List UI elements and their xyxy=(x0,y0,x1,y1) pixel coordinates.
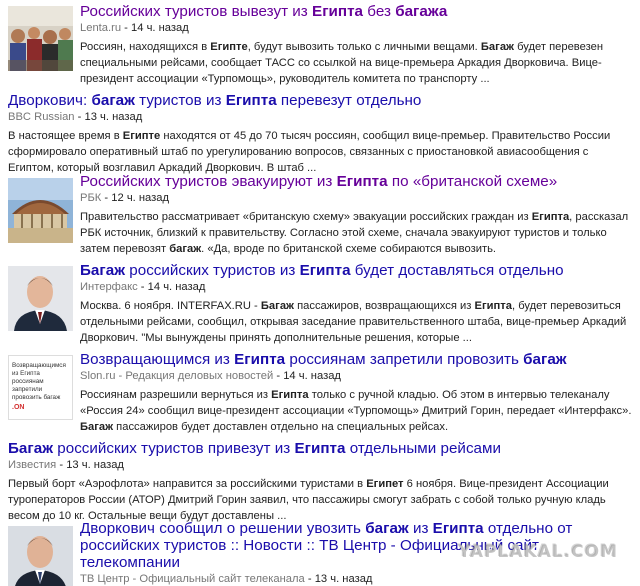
result-snippet: Первый борт «Аэрофлота» направится за ро… xyxy=(8,478,609,522)
result-meta: Slon.ru - Редакция деловых новостей - 14… xyxy=(80,370,341,382)
thumbnail-headline-text: Возвращающимся из Египта россиянам запре… xyxy=(12,362,66,401)
result-title-link[interactable]: Багаж российских туристов привезут из Ег… xyxy=(8,440,636,457)
result-source[interactable]: Интерфакс xyxy=(80,281,138,293)
result-age: 13 ч. назад xyxy=(66,459,124,471)
result-age: 14 ч. назад xyxy=(147,281,206,293)
search-results-list: Российских туристов вывезут из Египта бе… xyxy=(0,0,640,586)
result-snippet: Россиянам разрешили вернуться из Египта … xyxy=(80,389,632,433)
result-thumbnail[interactable] xyxy=(8,178,73,243)
result-source[interactable]: Slon.ru - Редакция деловых новостей xyxy=(80,370,273,382)
result-source[interactable]: РБК xyxy=(80,192,101,204)
result-snippet: В настоящее время в Египте находятся от … xyxy=(8,130,611,174)
result-age: 14 ч. назад xyxy=(283,370,341,382)
result-thumbnail[interactable] xyxy=(8,526,73,586)
result-snippet: Россиян, находящихся в Египте, будут выв… xyxy=(80,41,603,85)
result-meta: РБК - 12 ч. назад xyxy=(80,192,170,204)
result-source[interactable]: Lenta.ru xyxy=(80,22,121,34)
result-age: 14 ч. назад xyxy=(131,22,189,34)
result-age: 12 ч. назад xyxy=(111,192,170,204)
result-source[interactable]: ТВ Центр - Официальный сайт телеканала xyxy=(80,573,305,585)
thumbnail-logo: .ON xyxy=(12,404,25,411)
result-snippet: Правительство рассматривает «британскую … xyxy=(80,211,629,255)
result-meta: Lenta.ru - 14 ч. назад xyxy=(80,22,189,34)
result-source[interactable]: Известия xyxy=(8,459,56,471)
result-title-link[interactable]: Дворкович: багаж туристов из Египта пере… xyxy=(8,92,636,109)
result-title-link[interactable]: Российских туристов вывезут из Египта бе… xyxy=(80,3,636,20)
result-age: 13 ч. назад xyxy=(314,573,373,585)
result-meta: Интерфакс - 14 ч. назад xyxy=(80,281,206,293)
result-meta: Известия - 13 ч. назад xyxy=(8,459,124,471)
result-title-link[interactable]: Багаж российских туристов из Египта буде… xyxy=(80,262,636,279)
result-source[interactable]: BBC Russian xyxy=(8,111,75,123)
result-meta: ТВ Центр - Официальный сайт телеканала -… xyxy=(80,573,373,585)
result-title-link[interactable]: Дворкович сообщил о решении увозить бага… xyxy=(80,520,636,571)
result-thumbnail[interactable] xyxy=(8,6,73,71)
result-title-link[interactable]: Возвращающимся из Египта россиянам запре… xyxy=(80,351,636,368)
result-thumbnail[interactable] xyxy=(8,266,73,331)
result-snippet: Москва. 6 ноября. INTERFAX.RU - Багаж па… xyxy=(80,300,627,344)
result-meta: BBC Russian - 13 ч. назад xyxy=(8,111,143,123)
result-age: 13 ч. назад xyxy=(84,111,143,123)
result-title-link[interactable]: Российских туристов эвакуируют из Египта… xyxy=(80,173,636,190)
result-thumbnail[interactable]: Возвращающимся из Египта россиянам запре… xyxy=(8,355,73,420)
